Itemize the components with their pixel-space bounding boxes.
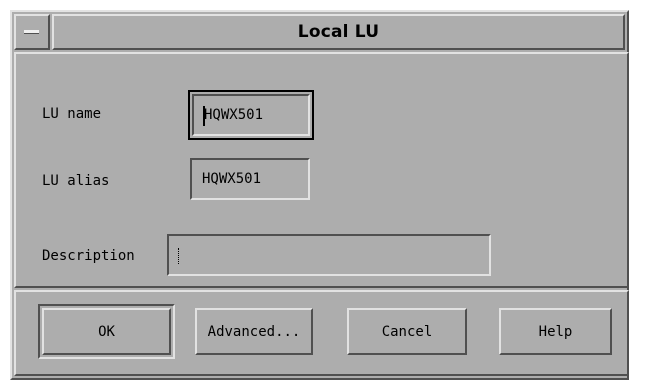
dialog-title: Local LU	[297, 22, 380, 42]
cancel-button[interactable]: Cancel	[347, 308, 467, 355]
text-cursor	[203, 106, 205, 126]
advanced-button[interactable]: Advanced...	[195, 308, 313, 355]
lu-name-field[interactable]	[192, 94, 310, 136]
text-cursor	[178, 248, 180, 264]
lu-alias-input[interactable]	[192, 160, 308, 198]
window-menu-icon	[24, 30, 39, 34]
lu-name-label: LU name	[42, 106, 102, 122]
lu-name-input[interactable]	[194, 96, 308, 134]
window-menu-button[interactable]	[14, 14, 50, 50]
lu-alias-label: LU alias	[42, 173, 110, 189]
lu-alias-field[interactable]	[190, 158, 310, 200]
description-input[interactable]	[169, 236, 489, 274]
title-bar: Local LU	[14, 14, 625, 50]
title-area[interactable]: Local LU	[52, 14, 625, 50]
help-button[interactable]: Help	[499, 308, 612, 355]
ok-button[interactable]: OK	[42, 308, 171, 355]
button-panel: OK Advanced... Cancel Help	[14, 290, 629, 376]
form-panel: LU name LU alias Description	[14, 52, 629, 288]
description-label: Description	[42, 248, 135, 264]
description-field[interactable]	[167, 234, 491, 276]
local-lu-dialog: Local LU LU name LU alias Description OK…	[10, 10, 629, 380]
